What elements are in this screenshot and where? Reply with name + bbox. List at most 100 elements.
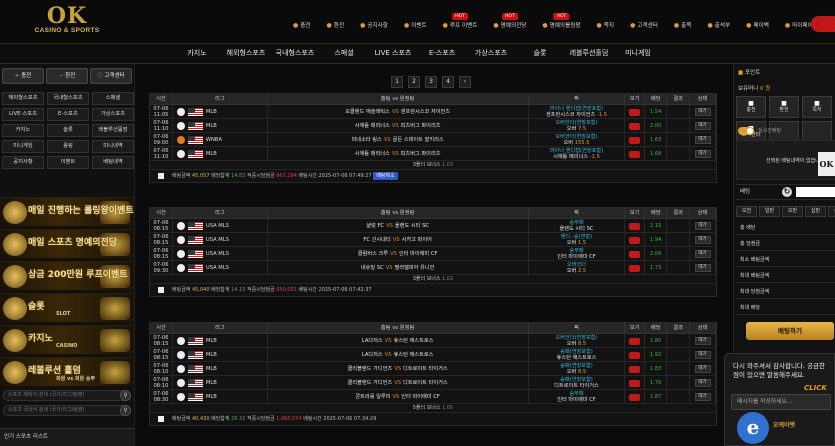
banner-emblem-icon [3, 361, 27, 384]
bet-amount-input[interactable] [796, 187, 835, 197]
search-icon[interactable]: ⚲ [120, 390, 131, 401]
eye-icon[interactable] [629, 379, 641, 387]
top-link[interactable]: ● 루프 이벤트 HOT [435, 13, 486, 31]
eye-icon[interactable] [629, 236, 641, 244]
top-link[interactable]: ● 출석부 [699, 21, 738, 31]
nav-item[interactable]: 슬롯 [516, 44, 565, 63]
left-menu-item[interactable]: 미니내역 [92, 140, 134, 153]
eye-icon[interactable] [629, 365, 641, 373]
quick-amount-button[interactable]: 십만 [805, 206, 826, 217]
left-menu-item[interactable]: 스페셜 [92, 92, 134, 105]
quick-amount-button[interactable]: 오만 [782, 206, 803, 217]
page-button[interactable]: 1 [391, 76, 403, 88]
top-link[interactable]: ● 명예의전당 HOT [485, 13, 534, 31]
page-button[interactable]: 3 [425, 76, 437, 88]
top-link[interactable]: ● 출쪽 [666, 21, 700, 31]
quick-amount-button[interactable]: 일만 [759, 206, 780, 217]
deposit-button[interactable]: + 충전 [2, 68, 44, 84]
promo-banner[interactable]: 매일 진행하는 롤링왕이벤트 [0, 197, 134, 226]
away-team: 휴스턴 애스트로스 [393, 352, 434, 358]
live-bet-toggle[interactable] [738, 127, 754, 135]
logout-button[interactable] [811, 16, 835, 32]
site-logo[interactable]: OK CASINO & SPORTS [33, 5, 101, 34]
nav-item[interactable]: 스페셜 [320, 44, 369, 63]
left-menu-item[interactable]: 가상스포츠 [92, 108, 134, 121]
nav-item[interactable]: LIVE 스포츠 [369, 44, 418, 63]
select-checkbox[interactable] [158, 173, 164, 179]
nav-item[interactable]: E-스포츠 [418, 44, 467, 63]
left-menu-item[interactable]: 공지사항 [2, 156, 44, 169]
nav-item[interactable]: 해외형스포츠 [222, 44, 271, 63]
left-menu-item[interactable]: 이벤트 [47, 156, 89, 169]
quick-amount-button[interactable]: 상한 [828, 206, 835, 217]
right-quick-button[interactable]: ■ 충전 [736, 96, 766, 118]
promo-banner[interactable]: 상금 200만원 루프이벤트 [0, 261, 134, 290]
select-checkbox[interactable] [158, 416, 164, 422]
summary-win: 650,051 [276, 287, 297, 293]
left-menu-item[interactable]: 롤링 [47, 140, 89, 153]
eye-icon[interactable] [629, 337, 641, 345]
eye-icon[interactable] [629, 351, 641, 359]
nav-item[interactable]: 미니게임 [614, 44, 663, 63]
left-menu-item[interactable]: LIVE-스포츠 [2, 108, 44, 121]
usa-flag-icon [187, 336, 203, 345]
left-menu-item[interactable]: 미니게임 [2, 140, 44, 153]
withdraw-button[interactable]: − 환전 [46, 68, 88, 84]
eye-icon[interactable] [629, 150, 641, 158]
eye-icon[interactable] [629, 136, 641, 144]
league-cell: WNBA [173, 133, 268, 146]
nav-item[interactable]: 가상스포츠 [467, 44, 516, 63]
ok-float-badge[interactable]: OK [818, 152, 835, 176]
overseas-search-input[interactable]: 스포츠 해외식 검색 (국가/리그/팀명) ⚲ [3, 390, 131, 401]
summary-win-label: 적중시당첨금 [247, 287, 275, 293]
promo-banner[interactable]: 슬롯 SLOT [0, 293, 134, 322]
top-link[interactable]: ● 환전 [319, 21, 353, 31]
summary-win-label: 적중시당첨금 [247, 416, 275, 422]
eye-icon[interactable] [629, 122, 641, 130]
eye-icon[interactable] [629, 108, 641, 116]
quick-amount-button[interactable]: 오천 [736, 206, 757, 217]
right-quick-button[interactable]: ■ 쪽지 [802, 96, 832, 118]
select-checkbox[interactable] [158, 287, 164, 293]
top-link[interactable]: ● 명예의롤링왕 HOT [534, 13, 588, 31]
cancel-bet-button[interactable]: 배팅취소 [373, 172, 398, 180]
right-quick-button[interactable]: ■ 환전 [769, 96, 799, 118]
left-menu-item[interactable]: 슬롯 [47, 124, 89, 137]
left-menu-item[interactable]: 카지노 [2, 124, 44, 137]
eye-icon[interactable] [629, 222, 641, 230]
page-button[interactable]: 2 [408, 76, 420, 88]
left-menu-item[interactable]: E-스포츠 [47, 108, 89, 121]
eye-icon[interactable] [629, 393, 641, 401]
place-bet-button[interactable]: 배팅하기 [746, 322, 834, 340]
left-menu-item[interactable]: 국내형스포츠 [47, 92, 89, 105]
promo-banner[interactable]: 레볼루션 홀덤 회원 vs 회원 승부 [0, 357, 134, 386]
support-button[interactable]: ⓘ 고객센터 [90, 68, 132, 84]
summary-win: 667,294 [276, 173, 297, 179]
promo-banner[interactable]: 카지노 CASINO [0, 325, 134, 354]
left-menu-item[interactable]: 레볼루션홀덤 [92, 124, 134, 137]
left-menu-item[interactable]: 베팅내역 [92, 156, 134, 169]
eye-icon[interactable] [629, 250, 641, 258]
left-menu-item[interactable]: 해외형스포츠 [2, 92, 44, 105]
promo-banner[interactable]: 매일 스포츠 명예의전당 [0, 229, 134, 258]
popular-sports-list[interactable]: 인기 스포츠 리스트 [0, 428, 134, 446]
page-button[interactable]: › [459, 76, 471, 88]
nav-item[interactable]: 국내형스포츠 [271, 44, 320, 63]
match-clock: 08:15 [153, 253, 169, 260]
league-cell: MLB [173, 147, 268, 160]
top-link[interactable]: ● 충전 [285, 21, 319, 31]
search-icon[interactable]: ⚲ [120, 405, 131, 416]
domestic-search-input[interactable]: 스포츠 국내식 검색 (국가/리그/팀명) ⚲ [3, 405, 131, 416]
chat-input[interactable]: 메시지를 작성하세요... [731, 394, 831, 410]
top-link[interactable]: ● 공지사항 [352, 21, 396, 31]
top-link[interactable]: ● 페이백 [738, 21, 777, 31]
page-button[interactable]: 4 [442, 76, 454, 88]
nav-item[interactable]: 레볼루션홀덤 [565, 44, 614, 63]
nav-item[interactable]: 카지노 [173, 44, 222, 63]
top-link[interactable]: ● 고객센터 [622, 21, 666, 31]
eye-icon[interactable] [629, 264, 641, 272]
top-link[interactable]: ● 쪽지 [589, 21, 623, 31]
top-link[interactable]: ● 이벤트 [396, 21, 435, 31]
click-badge[interactable]: CLICK [804, 384, 827, 392]
refresh-icon[interactable]: ↻ [782, 187, 792, 197]
